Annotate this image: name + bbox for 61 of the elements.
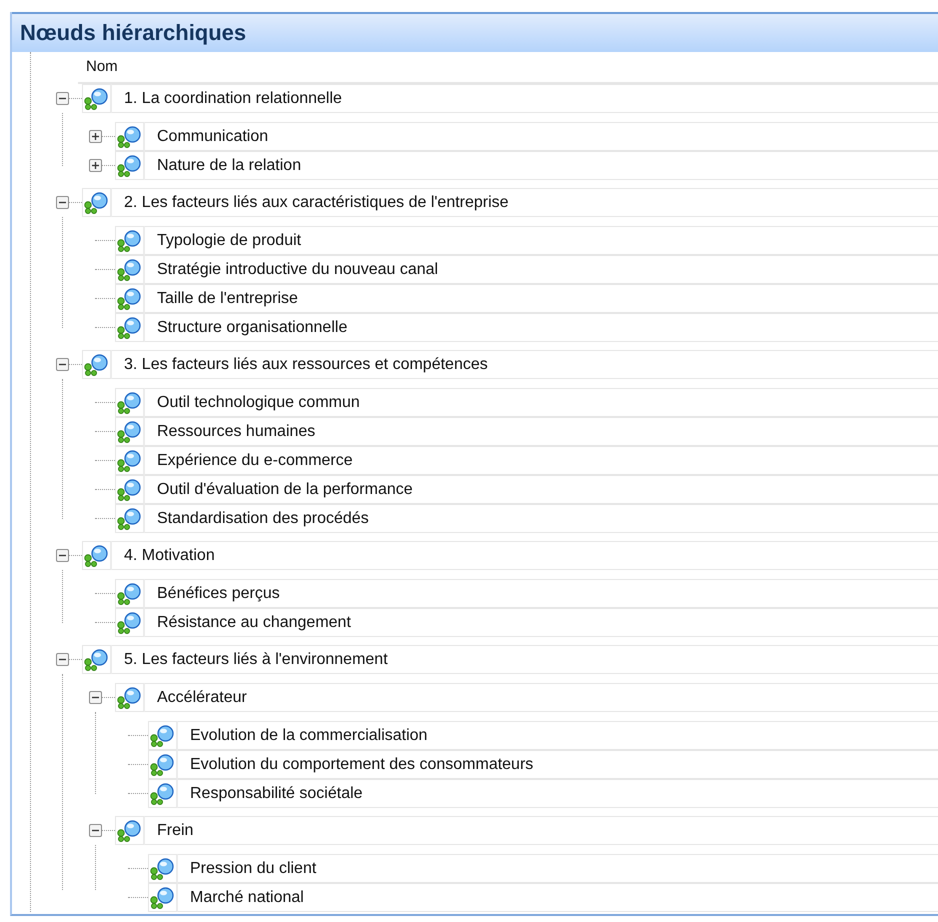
bubble-cluster-icon <box>116 230 142 252</box>
bubble-cluster-icon <box>116 258 142 280</box>
tree-item[interactable]: Taille de l'entreprise <box>145 284 938 313</box>
tree-item[interactable]: Responsabilité sociétale <box>178 779 938 808</box>
bubble-cluster-icon <box>116 316 142 338</box>
bubble-cluster-icon <box>116 450 142 472</box>
bubble-cluster-icon <box>116 820 142 842</box>
tree-item[interactable]: Structure organisationnelle <box>145 313 938 342</box>
bubble-cluster-icon <box>116 288 142 310</box>
bubble-cluster-icon <box>116 478 142 500</box>
collapse-toggle[interactable] <box>56 358 69 371</box>
tree-item[interactable]: Typologie de produit <box>145 226 938 255</box>
tree-item[interactable]: 3. Les facteurs liés aux ressources et compétences <box>112 350 938 379</box>
bubble-cluster-icon <box>116 392 142 414</box>
collapse-toggle[interactable] <box>56 653 69 666</box>
tree-item[interactable]: Outil d'évaluation de la performance <box>145 475 938 504</box>
tree-item[interactable]: Ressources humaines <box>145 417 938 446</box>
tree-item[interactable]: Résistance au changement <box>145 608 938 637</box>
tree-item[interactable]: 4. Motivation <box>112 541 938 570</box>
tree-item[interactable]: Evolution de la commercialisation <box>178 721 938 750</box>
expand-toggle[interactable] <box>89 130 102 143</box>
bubble-cluster-icon <box>84 544 110 566</box>
bubble-cluster-icon <box>116 126 142 148</box>
tree-item[interactable]: Outil technologique commun <box>145 388 938 417</box>
bubble-cluster-icon <box>150 858 176 880</box>
collapse-toggle[interactable] <box>89 824 102 837</box>
bubble-cluster-icon <box>84 88 110 110</box>
tree-item[interactable]: 2. Les facteurs liés aux caractéristiques de l'entreprise <box>112 188 938 217</box>
tree-item[interactable]: Bénéfices perçus <box>145 579 938 608</box>
tree-item[interactable]: 5. Les facteurs liés à l'environnement <box>112 645 938 674</box>
bubble-cluster-icon <box>150 754 176 776</box>
bubble-cluster-icon <box>84 192 110 214</box>
bubble-cluster-icon <box>150 782 176 804</box>
collapse-toggle[interactable] <box>89 691 102 704</box>
tree-item[interactable]: Frein <box>145 816 938 845</box>
expand-toggle[interactable] <box>89 159 102 172</box>
bubble-cluster-icon <box>84 648 110 670</box>
tree-item[interactable]: Accélérateur <box>145 683 938 712</box>
tree-item[interactable]: Expérience du e-commerce <box>145 446 938 475</box>
column-header[interactable]: Nom <box>78 52 938 82</box>
tree-item[interactable]: Marché national <box>178 883 938 912</box>
bubble-cluster-icon <box>150 886 176 908</box>
tree-item[interactable]: Pression du client <box>178 854 938 883</box>
panel-title: Nœuds hiérarchiques <box>12 12 938 52</box>
tree-item[interactable]: Evolution du comportement des consommateurs <box>178 750 938 779</box>
bubble-cluster-icon <box>116 582 142 604</box>
collapse-toggle[interactable] <box>56 196 69 209</box>
tree-item[interactable]: Communication <box>145 122 938 151</box>
tree-item[interactable]: Stratégie introductive du nouveau canal <box>145 255 938 284</box>
tree-item[interactable]: Nature de la relation <box>145 151 938 180</box>
bubble-cluster-icon <box>150 724 176 746</box>
bubble-cluster-icon <box>116 154 142 176</box>
bubble-cluster-icon <box>116 508 142 530</box>
bubble-cluster-icon <box>84 354 110 376</box>
collapse-toggle[interactable] <box>56 549 69 562</box>
bubble-cluster-icon <box>116 686 142 708</box>
bubble-cluster-icon <box>116 420 142 442</box>
tree-item[interactable]: 1. La coordination relationnelle <box>112 84 938 113</box>
collapse-toggle[interactable] <box>56 92 69 105</box>
tree-item[interactable]: Standardisation des procédés <box>145 504 938 533</box>
bubble-cluster-icon <box>116 612 142 634</box>
